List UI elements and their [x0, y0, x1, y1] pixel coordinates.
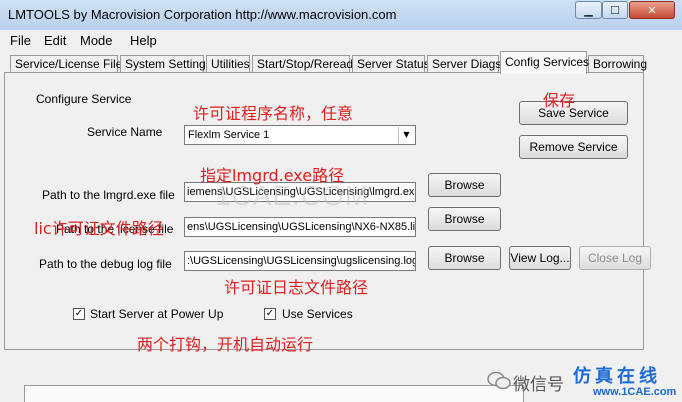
- annotation-service-name: 许可证程序名称，任意: [193, 104, 354, 123]
- wechat-icon: [487, 371, 511, 390]
- configure-service-label: Configure Service: [36, 92, 132, 106]
- tab-server-status[interactable]: Server Status: [352, 55, 430, 73]
- view-log-button[interactable]: View Log...: [509, 246, 571, 270]
- debug-log-path-label: Path to the debug log file: [39, 257, 172, 271]
- annotation-license-path: lic许可证文件路径: [34, 219, 164, 238]
- tab-strip: Service/License File System Settings Uti…: [0, 51, 682, 74]
- annotation-debug-log: 许可证日志文件路径: [224, 278, 369, 297]
- brand-name: 仿真在线: [573, 366, 661, 387]
- brand-url: www.1CAE.com: [593, 386, 677, 398]
- start-at-power-up-checkbox[interactable]: ✓: [73, 308, 85, 320]
- close-icon: ✕: [647, 3, 657, 17]
- maximize-button[interactable]: ☐: [602, 1, 628, 19]
- use-services-checkbox[interactable]: ✓: [264, 308, 276, 320]
- checkmark-icon: ✓: [74, 308, 84, 319]
- tab-config-services[interactable]: Config Services: [500, 51, 589, 74]
- close-log-button[interactable]: Close Log: [579, 246, 651, 270]
- tab-borrowing[interactable]: Borrowing: [588, 55, 647, 73]
- start-at-power-up-label: Start Server at Power Up: [90, 307, 224, 321]
- chevron-down-icon[interactable]: ▼: [398, 127, 414, 143]
- service-name-value: Flexlm Service 1: [188, 129, 270, 141]
- annotation-checkboxes: 两个打钩，开机自动运行: [137, 335, 314, 354]
- menu-help[interactable]: Help: [130, 33, 157, 48]
- remove-service-button[interactable]: Remove Service: [519, 135, 628, 159]
- tab-service-license[interactable]: Service/License File: [10, 55, 122, 73]
- menu-mode[interactable]: Mode: [80, 33, 113, 48]
- wechat-label: 微信号: [513, 375, 564, 395]
- lmgrd-path-label: Path to the lmgrd.exe file: [42, 188, 175, 202]
- annotation-lmgrd-path: 指定lmgrd.exe路径: [200, 166, 345, 185]
- title-bar: LMTOOLS by Macrovision Corporation http:…: [0, 0, 682, 31]
- debug-log-browse-button[interactable]: Browse: [428, 246, 501, 270]
- status-box: [24, 385, 524, 402]
- window-title: LMTOOLS by Macrovision Corporation http:…: [8, 7, 397, 22]
- debug-log-path-input[interactable]: :\UGSLicensing\UGSLicensing\ugslicensing…: [184, 251, 416, 271]
- maximize-icon: ☐: [610, 3, 620, 17]
- license-path-input[interactable]: ens\UGSLicensing\UGSLicensing\NX6-NX85.l…: [184, 217, 416, 237]
- service-name-combobox[interactable]: Flexlm Service 1 ▼: [184, 125, 416, 145]
- menu-edit[interactable]: Edit: [44, 33, 66, 48]
- tab-start-stop-reread[interactable]: Start/Stop/Reread: [252, 55, 353, 73]
- use-services-label: Use Services: [282, 307, 353, 321]
- menu-bar: File Edit Mode Help: [0, 30, 682, 50]
- lmgrd-browse-button[interactable]: Browse: [428, 173, 501, 197]
- license-browse-button[interactable]: Browse: [428, 207, 501, 231]
- tab-utilities[interactable]: Utilities: [206, 55, 250, 73]
- annotation-save: 保存: [543, 91, 576, 110]
- close-button[interactable]: ✕: [629, 1, 675, 19]
- minimize-icon: ▁: [584, 3, 593, 17]
- minimize-button[interactable]: ▁: [575, 1, 602, 19]
- checkmark-icon: ✓: [265, 308, 275, 319]
- service-name-label: Service Name: [87, 125, 163, 139]
- menu-file[interactable]: File: [10, 33, 31, 48]
- tab-server-diags[interactable]: Server Diags: [427, 55, 501, 73]
- tab-system-settings[interactable]: System Settings: [120, 55, 212, 73]
